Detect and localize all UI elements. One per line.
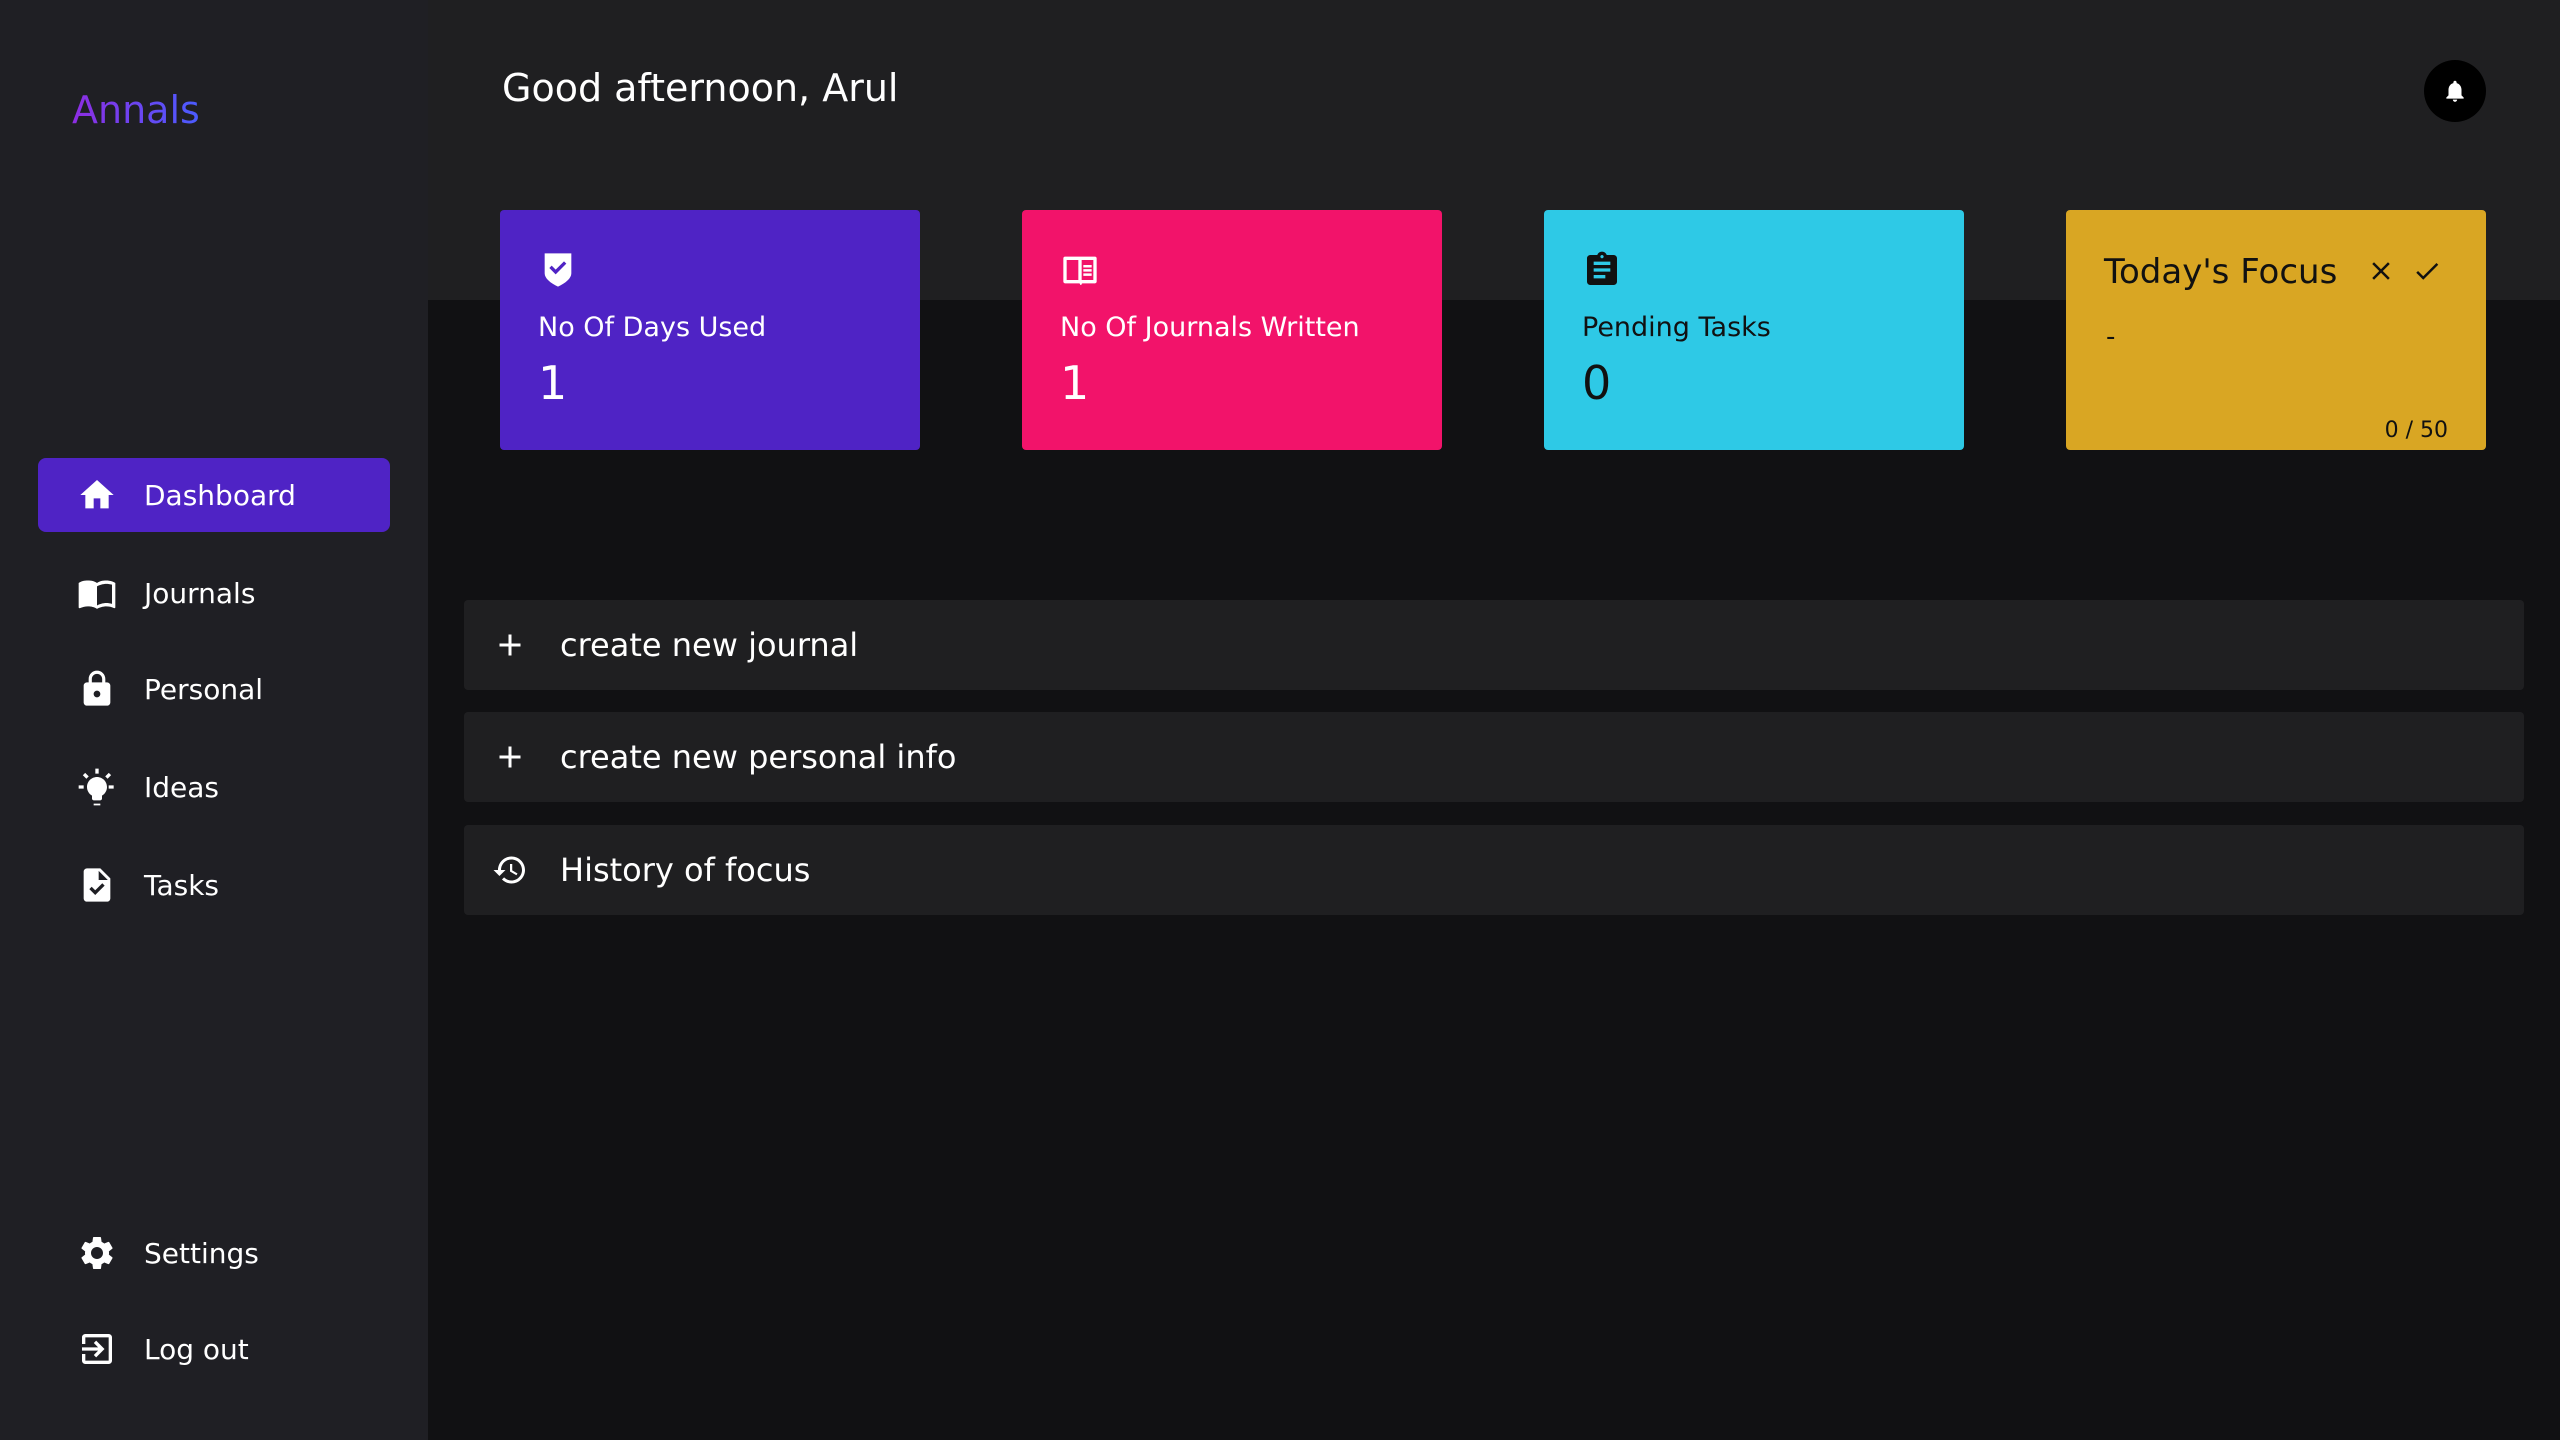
notifications-button[interactable] (2424, 60, 2486, 122)
pending-tasks-card: Pending Tasks 0 (1544, 210, 1964, 450)
sidebar-item-label: Journals (144, 576, 256, 610)
page-greeting: Good afternoon, Arul (502, 66, 899, 110)
plus-icon (490, 625, 530, 665)
logout-icon (76, 1328, 118, 1370)
check-icon[interactable] (2410, 256, 2444, 286)
task-file-icon (76, 864, 118, 906)
close-icon[interactable] (2366, 256, 2396, 286)
card-label: No Of Days Used (538, 312, 767, 343)
focus-input[interactable] (2104, 312, 2444, 362)
gear-icon (76, 1232, 118, 1274)
main-content: Good afternoon, Arul No Of Days Used 1 N… (428, 0, 2560, 1440)
sidebar-item-dashboard[interactable]: Dashboard (38, 458, 390, 532)
home-icon (76, 474, 118, 516)
create-new-personal-info-button[interactable]: create new personal info (464, 712, 2524, 802)
focus-char-counter: 0 / 50 (2384, 418, 2448, 443)
card-value: 1 (1060, 356, 1090, 410)
todays-focus-card: Today's Focus 0 / 50 (2066, 210, 2486, 450)
clipboard-icon (1582, 250, 1622, 290)
card-label: No Of Journals Written (1060, 312, 1360, 343)
create-new-journal-button[interactable]: create new journal (464, 600, 2524, 690)
lock-icon (76, 668, 118, 710)
action-label: History of focus (560, 851, 811, 889)
plus-icon (490, 737, 530, 777)
action-label: create new personal info (560, 738, 957, 776)
sidebar-item-tasks[interactable]: Tasks (38, 848, 390, 922)
sidebar-item-label: Settings (144, 1236, 259, 1270)
sidebar-item-label: Log out (144, 1332, 249, 1366)
card-label: Pending Tasks (1582, 312, 1771, 343)
focus-title: Today's Focus (2104, 252, 2338, 292)
action-label: create new journal (560, 626, 859, 664)
sidebar: Annals Dashboard Journals Personal Ideas… (0, 0, 428, 1440)
open-book-icon (1060, 250, 1100, 290)
sidebar-item-journals[interactable]: Journals (38, 556, 390, 630)
sidebar-item-personal[interactable]: Personal (38, 652, 390, 726)
sidebar-item-settings[interactable]: Settings (38, 1216, 390, 1290)
sidebar-item-label: Dashboard (144, 478, 296, 512)
days-used-card: No Of Days Used 1 (500, 210, 920, 450)
lightbulb-icon (76, 766, 118, 808)
sidebar-item-label: Ideas (144, 770, 220, 804)
history-of-focus-button[interactable]: History of focus (464, 825, 2524, 915)
book-icon (76, 572, 118, 614)
sidebar-item-ideas[interactable]: Ideas (38, 750, 390, 824)
sidebar-item-label: Tasks (144, 868, 220, 902)
sidebar-item-logout[interactable]: Log out (38, 1312, 390, 1386)
brand-logo[interactable]: Annals (72, 88, 200, 132)
card-value: 1 (538, 356, 568, 410)
card-value: 0 (1582, 356, 1612, 410)
shield-check-icon (538, 250, 578, 290)
history-icon (490, 850, 530, 890)
journals-written-card: No Of Journals Written 1 (1022, 210, 1442, 450)
bell-icon (2442, 78, 2468, 104)
sidebar-item-label: Personal (144, 672, 264, 706)
